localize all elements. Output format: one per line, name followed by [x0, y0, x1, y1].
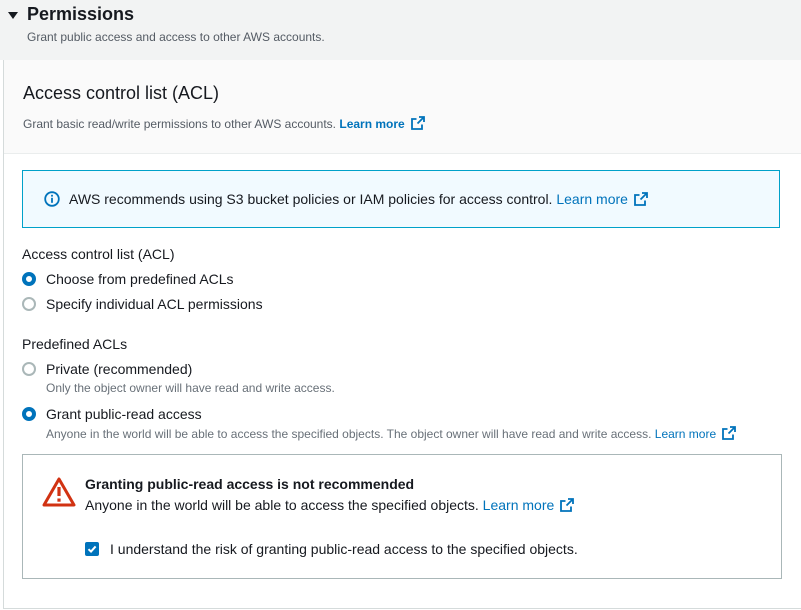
checkbox-label[interactable]: I understand the risk of granting public…: [110, 541, 578, 557]
radio-choose-predefined[interactable]: Choose from predefined ACLs: [22, 270, 234, 288]
acknowledge-risk-checkbox[interactable]: I understand the risk of granting public…: [85, 541, 578, 557]
predefined-acls-label: Predefined ACLs: [22, 336, 128, 352]
acl-panel-description: Grant basic read/write permissions to ot…: [23, 116, 425, 131]
warning-learn-more-link[interactable]: Learn more: [483, 497, 575, 513]
radio-description: Only the object owner will have read and…: [46, 381, 335, 395]
warning-alert: Granting public-read access is not recom…: [22, 454, 782, 579]
acl-panel-description-text: Grant basic read/write permissions to ot…: [23, 117, 337, 131]
radio-label[interactable]: Specify individual ACL permissions: [46, 295, 263, 313]
radio-private[interactable]: Private (recommended) Only the object ow…: [22, 360, 335, 395]
warning-learn-more-label[interactable]: Learn more: [483, 497, 555, 513]
info-alert: AWS recommends using S3 bucket policies …: [22, 170, 780, 228]
external-link-icon[interactable]: [634, 192, 648, 206]
warning-title: Granting public-read access is not recom…: [85, 476, 415, 492]
radio-button[interactable]: [22, 272, 36, 286]
external-link-icon[interactable]: [722, 426, 737, 440]
acl-mode-label: Access control list (ACL): [22, 246, 175, 262]
permissions-section-toggle[interactable]: Permissions: [8, 4, 134, 25]
radio-label[interactable]: Grant public-read access: [46, 405, 736, 423]
info-icon: [44, 191, 60, 207]
acl-learn-more-label[interactable]: Learn more: [339, 117, 404, 131]
acl-panel-title: Access control list (ACL): [23, 83, 220, 103]
acl-panel-header: Access control list (ACL) Grant basic re…: [4, 60, 801, 154]
external-link-icon[interactable]: [410, 116, 425, 130]
acl-learn-more-link[interactable]: Learn more: [339, 116, 425, 131]
radio-public-read[interactable]: Grant public-read access Anyone in the w…: [22, 405, 737, 441]
warning-message: Anyone in the world will be able to acce…: [85, 497, 479, 513]
radio-label[interactable]: Choose from predefined ACLs: [46, 270, 234, 288]
checkbox[interactable]: [85, 542, 99, 556]
info-alert-text: AWS recommends using S3 bucket policies …: [69, 191, 648, 207]
radio-button[interactable]: [22, 297, 36, 311]
external-link-icon[interactable]: [560, 498, 575, 512]
info-alert-message: AWS recommends using S3 bucket policies …: [69, 191, 553, 207]
radio-button[interactable]: [22, 407, 36, 421]
warning-text: Anyone in the world will be able to acce…: [85, 497, 575, 513]
radio-description-text: Anyone in the world will be able to acce…: [46, 427, 652, 441]
caret-down-icon[interactable]: [8, 12, 18, 19]
info-learn-more-label[interactable]: Learn more: [556, 191, 628, 207]
section-subtitle: Grant public access and access to other …: [27, 30, 325, 44]
public-read-learn-more-link[interactable]: Learn more: [655, 426, 737, 441]
checkmark-icon: [87, 545, 97, 554]
radio-description: Anyone in the world will be able to acce…: [46, 426, 737, 441]
radio-private-content: Private (recommended) Only the object ow…: [46, 360, 335, 395]
section-title: Permissions: [27, 4, 135, 24]
warning-icon: [42, 477, 76, 507]
info-learn-more-link[interactable]: Learn more: [556, 191, 648, 207]
radio-button[interactable]: [22, 362, 36, 376]
radio-public-read-content: Grant public-read access Anyone in the w…: [46, 405, 737, 441]
public-read-learn-more-label[interactable]: Learn more: [655, 427, 716, 441]
radio-label[interactable]: Private (recommended): [46, 360, 335, 378]
radio-specify-individual[interactable]: Specify individual ACL permissions: [22, 295, 263, 313]
